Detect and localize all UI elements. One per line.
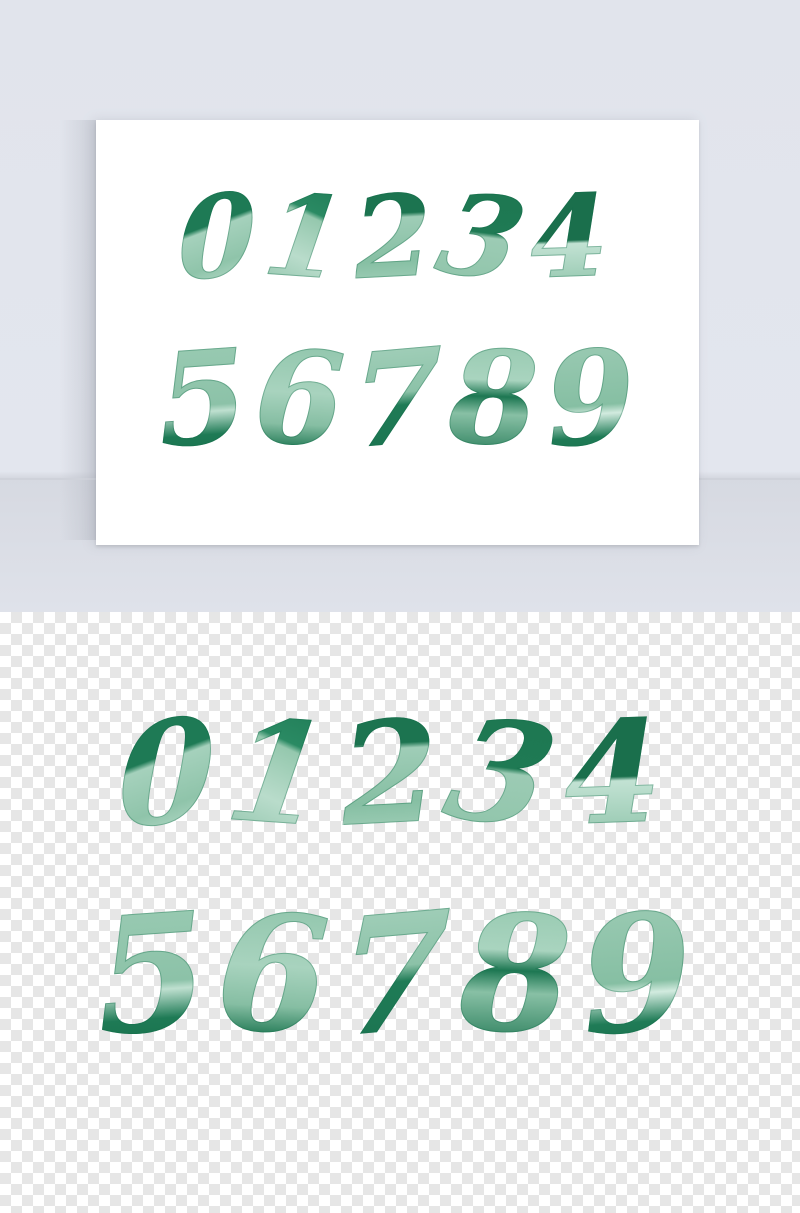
preview-row-2: 5 6 7 8 9 [89, 874, 699, 1074]
digit-2: 2 [336, 689, 443, 859]
digit-5: 5 [89, 876, 214, 1072]
digit-3: 3 [431, 688, 572, 861]
card-shadow [60, 120, 100, 540]
digit-1: 1 [256, 169, 353, 306]
digit-6: 6 [251, 321, 349, 477]
preview-row-1: 0 1 2 3 4 [118, 686, 665, 862]
digit-3: 3 [425, 168, 538, 307]
digit-0: 0 [118, 686, 216, 862]
transparent-preview: 0 1 2 3 4 5 6 7 8 9 [0, 612, 800, 1213]
mockup-card: 0 1 2 3 4 5 6 7 8 9 [96, 120, 699, 545]
digit-9: 9 [574, 876, 700, 1072]
mockup-row-1: 0 1 2 3 4 [178, 167, 611, 308]
digit-2: 2 [350, 170, 436, 306]
digit-8: 8 [446, 322, 541, 476]
digit-0: 0 [178, 167, 257, 308]
digit-6: 6 [212, 877, 334, 1072]
digit-9: 9 [541, 321, 641, 478]
digit-7: 7 [337, 874, 452, 1074]
digit-1: 1 [218, 689, 339, 860]
mockup-row-2: 5 6 7 8 9 [152, 319, 641, 479]
digit-4: 4 [560, 690, 664, 858]
digit-4: 4 [527, 170, 610, 305]
digit-5: 5 [152, 321, 253, 478]
digit-8: 8 [456, 878, 575, 1071]
digit-7: 7 [350, 319, 443, 479]
mockup-scene: 0 1 2 3 4 5 6 7 8 9 [0, 0, 800, 612]
